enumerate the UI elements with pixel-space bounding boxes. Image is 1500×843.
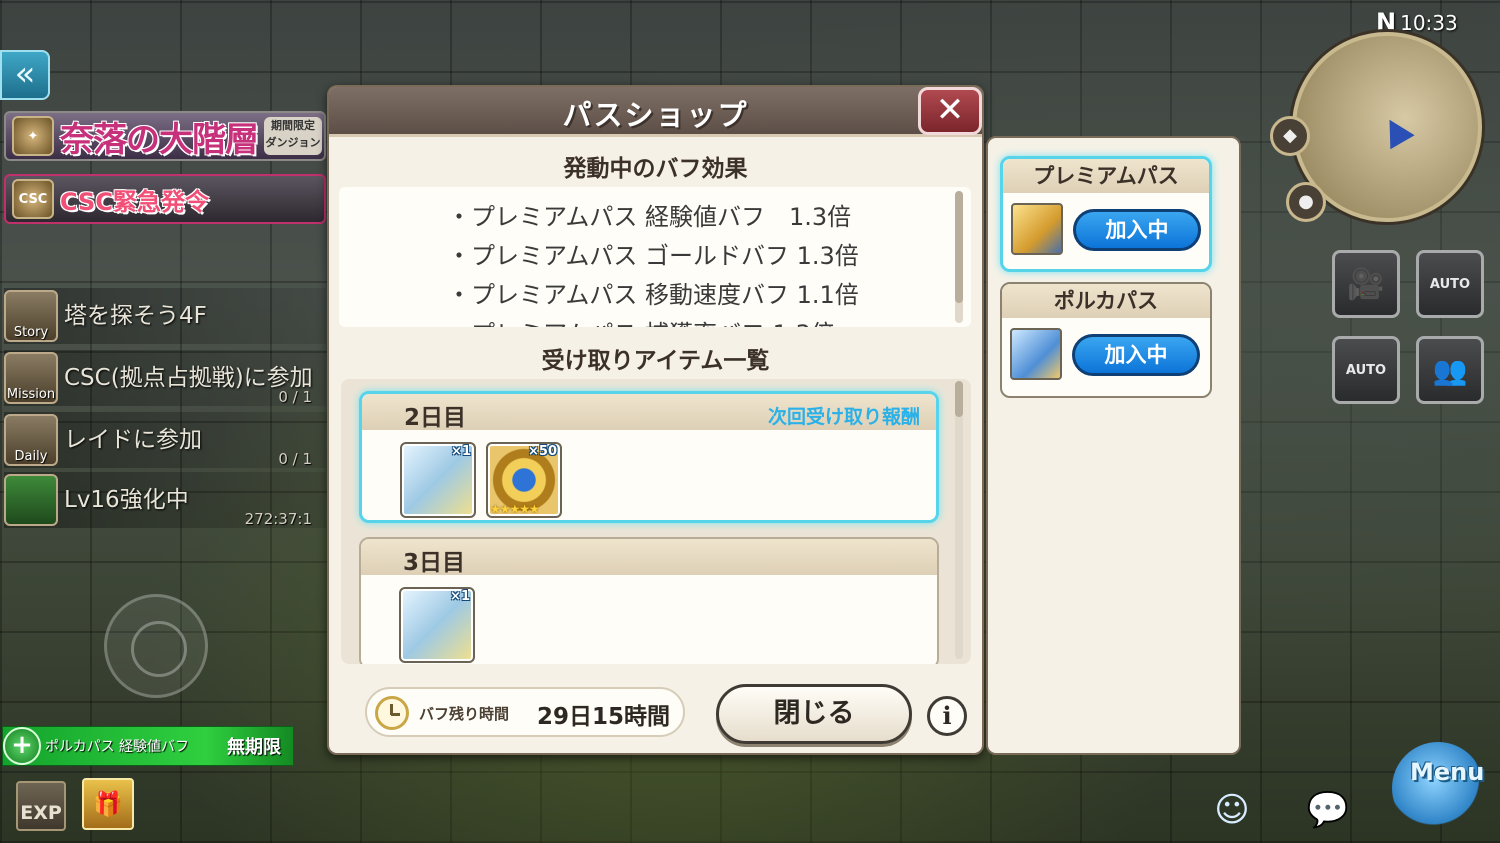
quest-upgrade[interactable]: Lv16強化中 272:37:1	[4, 472, 326, 528]
quest-title: CSC(拠点占拠戦)に参加	[64, 365, 313, 391]
ticket-icon[interactable]: ×1	[400, 442, 476, 518]
smiley-icon: ☺	[1214, 790, 1250, 830]
compass-emblem-icon: ✦	[12, 116, 54, 156]
double-chevron-left-icon: «	[14, 54, 36, 94]
quest-title: Lv16強化中	[64, 487, 189, 513]
timer-label: バフ残り時間	[419, 705, 510, 723]
dialog-title: パスショップ	[562, 98, 749, 132]
quest-progress: 0 / 1	[278, 450, 312, 468]
reward-items-list[interactable]: 2日目 次回受け取り報酬 ×1 ×50 ★★★★★ 3日目 ×1	[341, 379, 971, 664]
rarity-stars: ★★★★★	[490, 502, 540, 516]
close-button[interactable]: 閉じる	[716, 684, 912, 744]
pass-selector-panel: プレミアムパス 加入中 ポルカパス 加入中	[986, 136, 1241, 755]
party-icon: 👥	[1432, 353, 1468, 387]
clock-time: 10:33	[1400, 11, 1458, 35]
close-x-button[interactable]: ✕	[918, 87, 982, 135]
buffs-scrollbar[interactable]	[955, 191, 963, 323]
auto-camera-label: AUTO	[1429, 276, 1471, 292]
chat-button[interactable]: 💬	[1296, 780, 1360, 840]
auto-camera-button[interactable]: AUTO	[1416, 250, 1484, 318]
pass-name: ポルカパス	[1002, 284, 1210, 318]
next-reward-note: 次回受け取り報酬	[767, 406, 920, 428]
quest-title: レイドに参加	[64, 427, 202, 453]
virtual-joystick[interactable]	[104, 594, 208, 698]
buff-line: ・プレミアムパス 経験値バフ 1.3倍	[447, 203, 852, 231]
buff-line: ・プレミアムパス 捕獲率バフ 1.3倍	[447, 314, 835, 327]
chat-bubble-icon: 💬	[1306, 790, 1350, 830]
dialog-header: パスショップ ✕	[329, 87, 982, 137]
pass-status-badge[interactable]: 加入中	[1073, 209, 1201, 251]
story-sword-icon: Story	[4, 290, 58, 342]
premium-pass-icon	[1011, 203, 1063, 255]
active-buffs-list[interactable]: ・プレミアムパス 経験値バフ 1.3倍 ・プレミアムパス ゴールドバフ 1.3倍…	[339, 187, 971, 327]
auto-battle-button[interactable]: AUTO	[1332, 336, 1400, 404]
pass-status-badge[interactable]: 加入中	[1072, 334, 1200, 376]
quest-progress: 0 / 1	[278, 388, 312, 406]
active-buffs-title: 発動中のバフ効果	[563, 156, 748, 182]
items-title: 受け取りアイテム一覧	[541, 348, 770, 374]
day-header: 2日目 次回受け取り報酬	[362, 394, 936, 431]
auto-sword-label: AUTO	[1345, 362, 1387, 378]
party-button[interactable]: 👥	[1416, 336, 1484, 404]
csc-event-banner[interactable]: CSC CSC緊急発令	[4, 174, 326, 224]
buff-remaining-timer: バフ残り時間 29日15時間	[365, 687, 685, 737]
map-icon: ◆	[1283, 125, 1297, 146]
item-quantity: ×50	[528, 444, 557, 459]
item-quantity: ×1	[451, 444, 471, 459]
orb-icon[interactable]: ×50 ★★★★★	[486, 442, 562, 518]
buff-line: ・プレミアムパス 移動速度バフ 1.1倍	[447, 281, 859, 309]
active-buff-bar[interactable]: + ポルカパス 経験値バフ 無期限	[2, 726, 294, 766]
day-card-3[interactable]: 3日目 ×1	[359, 537, 939, 664]
info-button[interactable]: i	[927, 696, 967, 736]
menu-button[interactable]: Menu	[1410, 758, 1484, 786]
clock-icon	[375, 696, 409, 730]
items-scrollbar[interactable]	[955, 381, 963, 659]
polka-pass-card[interactable]: ポルカパス 加入中	[1000, 282, 1212, 398]
map-toggle-button[interactable]: ◆	[1270, 116, 1310, 156]
buffs-scrollbar-thumb[interactable]	[955, 191, 963, 303]
ticket-icon[interactable]: ×1	[399, 587, 475, 663]
buff-line: ・プレミアムパス ゴールドバフ 1.3倍	[447, 242, 859, 270]
back-button[interactable]: «	[0, 50, 50, 100]
close-icon: ✕	[935, 90, 965, 130]
pass-name: プレミアムパス	[1003, 159, 1209, 193]
items-scrollbar-thumb[interactable]	[955, 381, 963, 417]
mission-bird-icon: Mission	[4, 352, 58, 404]
buff-duration: 無期限	[227, 737, 281, 758]
gift-box-icon: 🎁	[93, 790, 123, 818]
day-header: 3日目	[361, 539, 937, 576]
exp-button[interactable]: EXP	[16, 781, 66, 831]
emote-button[interactable]: ☺	[1200, 780, 1264, 840]
quest-title: 塔を探そう4F	[64, 303, 207, 329]
timer-value: 29日15時間	[537, 704, 671, 730]
quest-timer: 272:37:1	[244, 510, 312, 528]
player-arrow-icon	[1377, 112, 1415, 150]
quest-mission[interactable]: Mission CSC(拠点占拠戦)に参加 0 / 1	[4, 350, 326, 406]
treasure-chest-icon	[4, 474, 58, 526]
day-label: 3日目	[403, 550, 466, 576]
face-icon: ●	[1298, 191, 1314, 212]
polka-pass-icon	[1010, 328, 1062, 380]
daily-scroll-icon: Daily	[4, 414, 58, 466]
dungeon-event-banner[interactable]: ✦ 奈落の大階層 期間限定 ダンジョン	[4, 111, 326, 161]
dungeon-banner-title: 奈落の大階層	[60, 119, 259, 160]
map-face-button[interactable]: ●	[1286, 182, 1326, 222]
limited-dungeon-tag: 期間限定 ダンジョン	[264, 117, 322, 155]
pass-shop-dialog: パスショップ ✕ 発動中のバフ効果 ・プレミアムパス 経験値バフ 1.3倍 ・プ…	[327, 85, 984, 755]
item-quantity: ×1	[450, 589, 470, 604]
plus-icon: +	[3, 727, 41, 765]
csc-banner-title: CSC緊急発令	[60, 187, 209, 216]
quest-story[interactable]: Story 塔を探そう4F	[4, 288, 326, 344]
buff-name: ポルカパス 経験値バフ	[45, 739, 190, 755]
camera-button[interactable]: 🎥	[1332, 250, 1400, 318]
csc-emblem-icon: CSC	[12, 179, 54, 219]
quest-daily[interactable]: Daily レイドに参加 0 / 1	[4, 412, 326, 468]
menu-mascot-icon	[1392, 742, 1484, 834]
day-label: 2日目	[404, 405, 467, 431]
premium-pass-card[interactable]: プレミアムパス 加入中	[1000, 156, 1212, 272]
day-card-2[interactable]: 2日目 次回受け取り報酬 ×1 ×50 ★★★★★	[359, 391, 939, 523]
camera-icon: 🎥	[1347, 266, 1385, 302]
gift-box-button[interactable]: 🎁	[82, 778, 134, 830]
